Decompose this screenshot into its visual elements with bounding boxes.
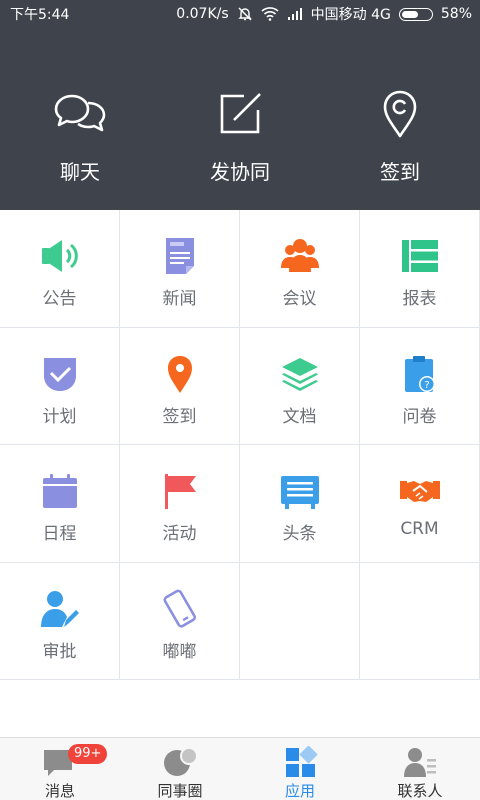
signal-icon: [287, 7, 303, 21]
app-grid: 公告 新闻 会议 报表 计划 签到 文档 ? 问卷 日程 活动 头条 CRM 审…: [0, 210, 480, 680]
empty-cell: [240, 562, 360, 680]
app-label: CRM: [400, 519, 439, 539]
app-label: 会议: [282, 289, 317, 309]
bottom-tab-bar: 99+ 消息 同事圈 应用 联系人: [0, 737, 480, 800]
location-icon: [383, 90, 417, 138]
app-checkin[interactable]: 签到: [120, 327, 240, 445]
tab-apps[interactable]: 应用: [240, 738, 360, 800]
app-label: 日程: [42, 524, 77, 544]
contacts-icon: [404, 748, 436, 777]
app-label: 头条: [282, 524, 317, 544]
app-label: 问卷: [402, 406, 437, 427]
quick-action-label: 发协同: [210, 160, 270, 184]
tab-label: 同事圈: [157, 782, 203, 800]
app-label: 活动: [162, 524, 197, 544]
meeting-icon: [281, 239, 319, 272]
app-label: 嘟嘟: [162, 641, 197, 662]
report-icon: [402, 240, 438, 272]
app-schedule[interactable]: 日程: [0, 445, 120, 563]
battery-level: 58%: [440, 6, 472, 22]
network-speed: 0.07K/s: [176, 6, 229, 22]
app-crm[interactable]: CRM: [360, 445, 480, 563]
plan-icon: [44, 357, 76, 391]
quick-action-checkin[interactable]: 签到: [320, 26, 480, 210]
colleague-icon: [164, 747, 198, 776]
app-label: 计划: [42, 406, 77, 427]
app-screen: 下午5:44 0.07K/s 中国移动 4G 58% 聊天 发协同 签到 公告 …: [0, 0, 480, 800]
speaker-icon: [42, 240, 78, 272]
app-dudu[interactable]: 嘟嘟: [120, 562, 240, 680]
carrier-label: 中国移动 4G: [310, 7, 391, 23]
status-right: 0.07K/s 中国移动 4G 58%: [176, 4, 472, 24]
app-meeting[interactable]: 会议: [240, 210, 360, 328]
map-pin-icon: [168, 355, 192, 393]
layers-icon: [282, 357, 318, 391]
app-activity[interactable]: 活动: [120, 445, 240, 563]
status-bar: 下午5:44 0.07K/s 中国移动 4G 58%: [0, 0, 480, 26]
app-label: 签到: [162, 406, 197, 427]
chat-icon: [54, 94, 106, 132]
app-announcement[interactable]: 公告: [0, 210, 120, 328]
app-questionnaire[interactable]: ? 问卷: [360, 327, 480, 445]
app-documents[interactable]: 文档: [240, 327, 360, 445]
tab-messages[interactable]: 99+ 消息: [0, 738, 120, 800]
tab-colleagues[interactable]: 同事圈: [120, 738, 240, 800]
app-report[interactable]: 报表: [360, 210, 480, 328]
app-approval[interactable]: 审批: [0, 562, 120, 680]
unread-badge: 99+: [68, 744, 108, 764]
wifi-icon: [261, 7, 279, 21]
quick-action-label: 签到: [380, 160, 420, 184]
calendar-icon: [43, 474, 77, 508]
quick-action-chat[interactable]: 聊天: [0, 26, 160, 210]
app-label: 新闻: [162, 289, 197, 309]
app-headlines[interactable]: 头条: [240, 445, 360, 563]
phone-icon: [163, 589, 196, 628]
mute-icon: [237, 6, 253, 22]
app-label: 审批: [42, 641, 77, 662]
tab-contacts[interactable]: 联系人: [360, 738, 480, 800]
approval-icon: [41, 590, 79, 627]
tab-label: 消息: [44, 782, 75, 800]
quick-actions-header: 聊天 发协同 签到: [0, 26, 480, 210]
news-icon: [166, 238, 194, 274]
app-news[interactable]: 新闻: [120, 210, 240, 328]
apps-icon: [286, 746, 318, 777]
app-label: 文档: [282, 406, 317, 427]
tab-label: 应用: [284, 782, 315, 800]
svg-text:?: ?: [424, 380, 429, 391]
quick-action-collaborate[interactable]: 发协同: [160, 26, 320, 210]
edit-icon: [220, 93, 261, 134]
tab-label: 联系人: [397, 782, 443, 800]
battery-icon: [398, 7, 433, 21]
handshake-icon: [400, 481, 440, 502]
status-time: 下午5:44: [10, 7, 70, 23]
empty-cell: [360, 562, 480, 680]
quick-action-label: 聊天: [60, 160, 100, 184]
flag-icon: [165, 474, 196, 509]
app-plan[interactable]: 计划: [0, 327, 120, 445]
headline-icon: [281, 476, 319, 509]
questionnaire-icon: ?: [405, 355, 435, 392]
app-label: 公告: [42, 289, 77, 309]
app-label: 报表: [402, 289, 437, 309]
